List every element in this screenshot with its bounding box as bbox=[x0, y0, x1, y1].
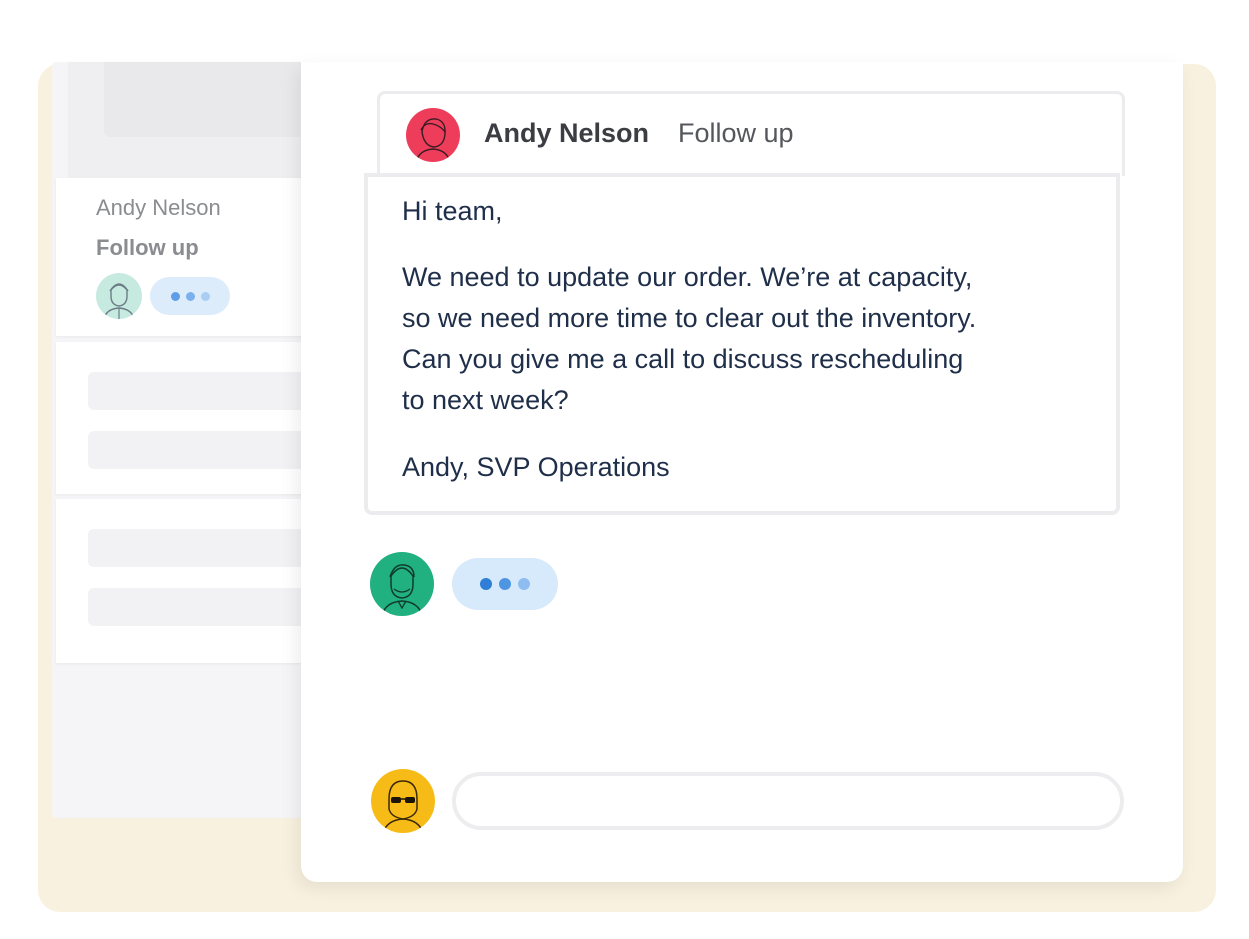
message-body: We need to update our order. We’re at ca… bbox=[402, 262, 977, 415]
skeleton-line bbox=[88, 372, 306, 410]
sunglasses-avatar-icon bbox=[371, 769, 435, 833]
typing-dot bbox=[200, 291, 210, 301]
conversation-list-item-placeholder bbox=[56, 342, 306, 494]
skeleton-line bbox=[88, 588, 306, 626]
typing-dot bbox=[499, 578, 511, 590]
skeleton-line bbox=[88, 431, 306, 469]
list-toolbar bbox=[68, 62, 316, 180]
typing-indicator bbox=[452, 558, 558, 610]
conversation-list-item[interactable]: Andy Nelson Follow up bbox=[56, 178, 306, 336]
typing-dot bbox=[480, 578, 492, 590]
app-stage: Andy Nelson Follow up Andy Nelson Follow… bbox=[0, 0, 1249, 939]
conversation-subject: Follow up bbox=[96, 235, 199, 260]
conversation-from: Andy Nelson bbox=[96, 195, 221, 220]
conversation-list-item-placeholder bbox=[56, 499, 306, 663]
woman-avatar-icon bbox=[406, 108, 460, 162]
typing-dot bbox=[170, 291, 180, 301]
list-toolbar-placeholder bbox=[104, 62, 316, 137]
skeleton-line bbox=[88, 529, 306, 567]
message-signature: Andy, SVP Operations bbox=[402, 452, 670, 482]
typing-indicator bbox=[150, 277, 230, 315]
reply-input[interactable] bbox=[452, 772, 1124, 830]
man-avatar-icon bbox=[96, 273, 142, 319]
typing-dot bbox=[518, 578, 530, 590]
thread-subject: Follow up bbox=[678, 118, 794, 148]
message-body-card: Hi team, We need to update our order. We… bbox=[364, 173, 1120, 515]
typing-dot bbox=[185, 291, 195, 301]
thread-header: Andy Nelson Follow up bbox=[377, 91, 1125, 176]
sender-name: Andy Nelson bbox=[484, 118, 650, 148]
message-greeting: Hi team, bbox=[402, 196, 503, 226]
man-beard-avatar-icon bbox=[370, 552, 434, 616]
